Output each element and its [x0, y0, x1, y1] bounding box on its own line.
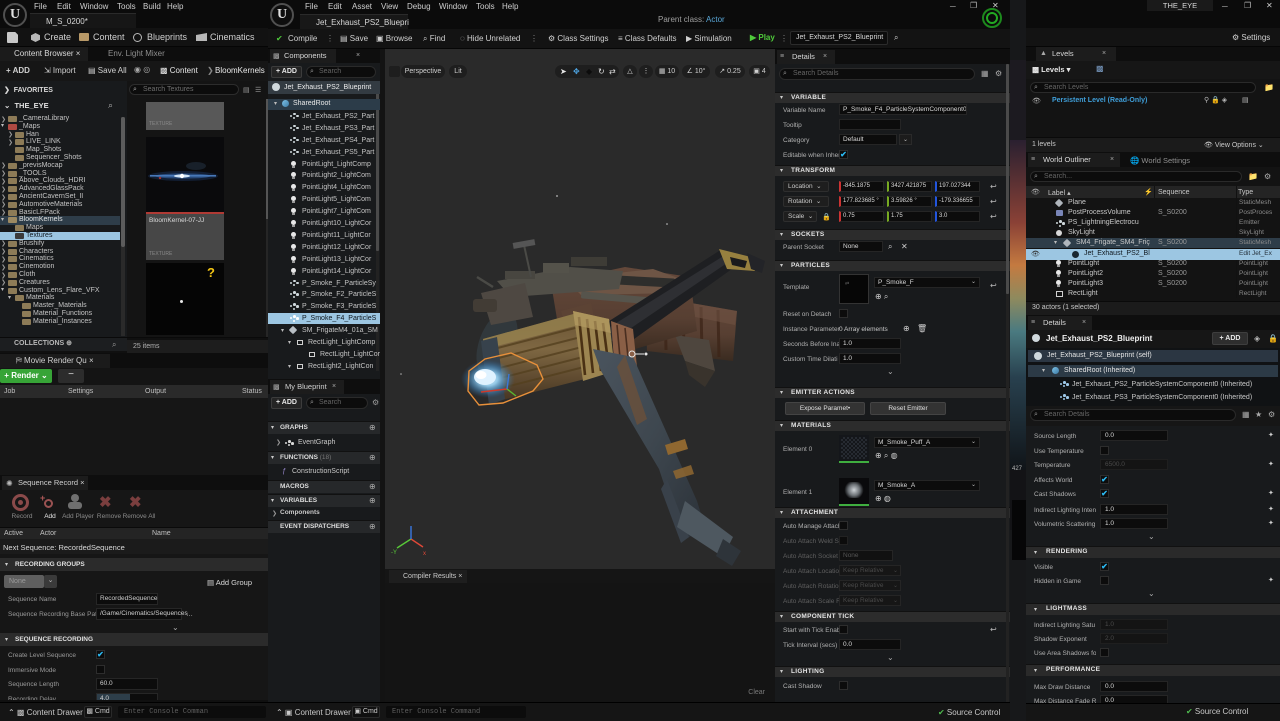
- svg-text:x: x: [423, 551, 426, 557]
- svg-text:-Y: -Y: [391, 550, 397, 556]
